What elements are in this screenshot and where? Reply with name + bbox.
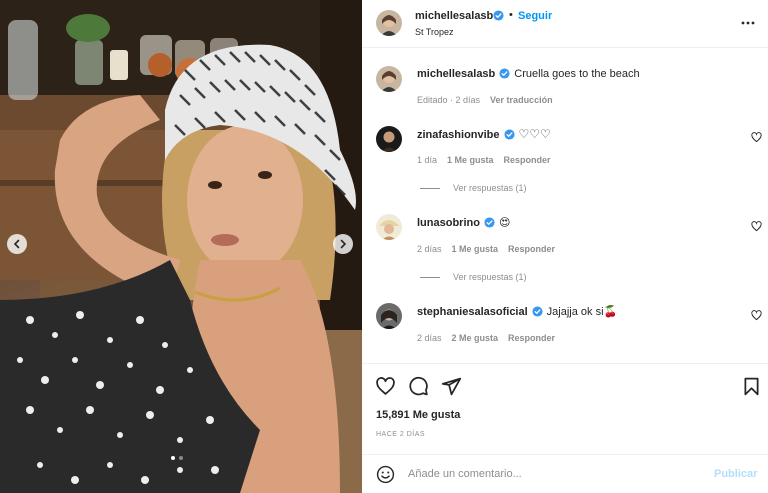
comment-time: 1 día <box>417 155 438 165</box>
carousel-prev-button[interactable] <box>7 234 27 254</box>
replies-divider <box>420 187 440 189</box>
header-separator: • <box>509 9 513 21</box>
comment-text: ♡♡♡ <box>518 127 551 141</box>
avatar-image <box>376 66 402 92</box>
comment-text-row: zinafashionvibe ♡♡♡ <box>417 127 551 141</box>
like-heart-icon[interactable] <box>375 376 396 397</box>
verified-badge-icon <box>493 10 504 21</box>
view-replies-button[interactable]: Ver respuestas (1) <box>420 183 527 193</box>
comment-username[interactable]: zinafashionvibe <box>417 129 500 141</box>
comment-text-row: stephaniesalasoficial Jajajja ok si🍒 <box>417 305 617 318</box>
avatar-image <box>376 303 402 329</box>
reply-button[interactable]: Responder <box>508 244 555 254</box>
like-comment-heart-icon[interactable] <box>751 310 762 321</box>
comment-text: Jajajja ok si🍒 <box>546 306 618 318</box>
chevron-right-icon <box>340 239 347 249</box>
see-translation-link[interactable]: Ver traducción <box>490 95 553 105</box>
comment-likes-count[interactable]: 2 Me gusta <box>452 333 499 343</box>
carousel-indicator <box>171 456 183 460</box>
comment-meta: 2 días 1 Me gusta Responder <box>417 244 565 254</box>
comment-likes-count[interactable]: 1 Me gusta <box>452 244 499 254</box>
reply-button[interactable]: Responder <box>504 155 551 165</box>
carousel-dot-active <box>171 456 175 460</box>
post-actions: 15,891 Me gusta HACE 2 DÍAS <box>362 363 768 453</box>
share-send-icon[interactable] <box>441 376 462 397</box>
save-bookmark-icon[interactable] <box>741 376 762 397</box>
view-replies-label: Ver respuestas (1) <box>453 183 527 193</box>
comment-time: 2 días <box>417 333 442 343</box>
like-comment-heart-icon[interactable] <box>751 132 762 143</box>
post-photo-illustration <box>0 0 362 493</box>
comment-username[interactable]: lunasobrino <box>417 217 480 229</box>
caption-meta: Editado · 2 días Ver traducción <box>417 95 563 105</box>
carousel-next-button[interactable] <box>333 234 353 254</box>
post-detail-panel: michellesalasb • Seguir St Tropez michel… <box>362 0 768 493</box>
verified-badge-icon <box>532 306 543 317</box>
comment-bubble-icon[interactable] <box>408 376 429 397</box>
author-username[interactable]: michellesalasb <box>415 10 493 22</box>
carousel-dot <box>179 456 183 460</box>
comments-list: michellesalasb Cruella goes to the beach … <box>362 49 768 363</box>
comment-composer: Publicar <box>362 454 768 493</box>
avatar-image <box>376 10 402 36</box>
chevron-left-icon <box>13 239 20 249</box>
comment-avatar[interactable] <box>376 126 402 152</box>
reply-button[interactable]: Responder <box>508 333 555 343</box>
comment-text: 😍 <box>498 217 511 229</box>
comment-avatar[interactable] <box>376 214 402 240</box>
like-comment-heart-icon[interactable] <box>751 221 762 232</box>
comment-input[interactable] <box>408 465 698 483</box>
caption-text-row: michellesalasb Cruella goes to the beach <box>417 68 640 80</box>
view-replies-label: Ver respuestas (1) <box>453 272 527 282</box>
post-time-ago[interactable]: HACE 2 DÍAS <box>376 431 425 438</box>
comment-username[interactable]: stephaniesalasoficial <box>417 306 528 318</box>
caption-text: Cruella goes to the beach <box>514 68 640 80</box>
comment-text-row: lunasobrino 😍 <box>417 216 510 229</box>
comment-meta: 2 días 2 Me gusta Responder <box>417 333 565 343</box>
comment-meta: 1 día 1 Me gusta Responder <box>417 155 561 165</box>
avatar-image <box>376 126 402 152</box>
follow-button[interactable]: Seguir <box>518 10 552 22</box>
avatar-image <box>376 214 402 240</box>
emoji-smiley-icon[interactable] <box>376 465 395 484</box>
view-replies-button[interactable]: Ver respuestas (1) <box>420 272 527 282</box>
comment-avatar[interactable] <box>376 303 402 329</box>
verified-badge-icon <box>499 68 510 79</box>
comment-likes-count[interactable]: 1 Me gusta <box>447 155 494 165</box>
author-avatar[interactable] <box>376 10 402 36</box>
caption-username[interactable]: michellesalasb <box>417 68 495 80</box>
more-options-icon[interactable] <box>741 16 755 30</box>
caption-avatar[interactable] <box>376 66 402 92</box>
comment-time: 2 días <box>417 244 442 254</box>
verified-badge-icon <box>484 217 495 228</box>
post-likes-count[interactable]: 15,891 Me gusta <box>376 409 460 421</box>
post-header: michellesalasb • Seguir St Tropez <box>362 0 768 48</box>
caption-edited-time: Editado · 2 días <box>417 95 481 105</box>
replies-divider <box>420 276 440 278</box>
publish-button[interactable]: Publicar <box>714 468 757 480</box>
verified-badge-icon <box>503 129 515 140</box>
post-photo[interactable] <box>0 0 362 493</box>
post-location[interactable]: St Tropez <box>415 27 454 37</box>
